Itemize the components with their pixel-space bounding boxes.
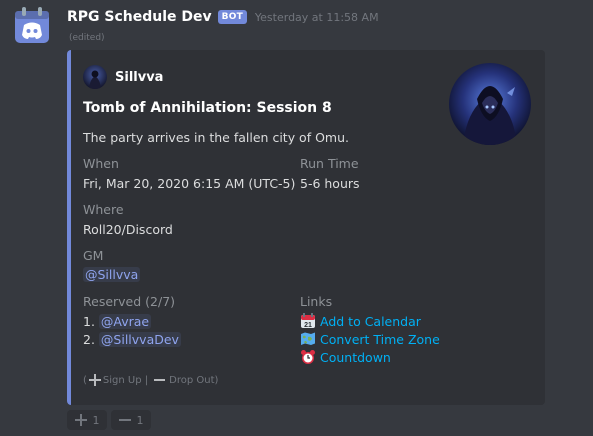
field-when-value: Fri, Mar 20, 2020 6:15 AM (UTC-5) bbox=[83, 176, 296, 191]
svg-text:21: 21 bbox=[304, 322, 312, 329]
reaction-count: 1 bbox=[92, 413, 100, 427]
field-gm-label: GM bbox=[83, 248, 104, 263]
list-number: 2. bbox=[83, 331, 95, 347]
reaction-sign-up[interactable]: 1 bbox=[67, 410, 107, 430]
minus-icon bbox=[154, 379, 166, 381]
reactions-bar: 1 1 bbox=[67, 410, 151, 430]
footer-open-paren: ( bbox=[83, 374, 87, 386]
list-item: 1. @Avrae bbox=[83, 312, 181, 330]
reaction-count: 1 bbox=[136, 413, 144, 427]
world-map-icon bbox=[301, 332, 315, 345]
field-links-label: Links bbox=[300, 294, 333, 309]
link-countdown[interactable]: Countdown bbox=[300, 348, 440, 366]
plus-icon bbox=[88, 374, 101, 386]
minus-icon bbox=[118, 419, 131, 421]
reserved-list: 1. @Avrae 2. @SillvvaDev bbox=[83, 312, 181, 348]
gm-mention[interactable]: @Sillvva bbox=[83, 267, 141, 282]
field-gm-value: @Sillvva bbox=[83, 267, 141, 282]
link-convert-time-zone[interactable]: Convert Time Zone bbox=[300, 330, 440, 348]
alarm-clock-icon bbox=[301, 350, 315, 364]
author-name[interactable]: RPG Schedule Dev bbox=[67, 9, 212, 25]
field-where-value: Roll20/Discord bbox=[83, 222, 173, 237]
edited-label: (edited) bbox=[69, 33, 105, 43]
event-embed: Sillvva Tomb of Annihilation: Session 8 … bbox=[67, 50, 545, 405]
player-mention[interactable]: @SillvvaDev bbox=[98, 331, 181, 347]
link-add-to-calendar[interactable]: 21 Add to Calendar bbox=[300, 312, 440, 330]
links-list: 21 Add to Calendar Convert Time Zone Cou… bbox=[300, 312, 440, 366]
field-runtime-label: Run Time bbox=[300, 156, 359, 171]
reaction-drop-out[interactable]: 1 bbox=[111, 410, 151, 430]
player-mention[interactable]: @Avrae bbox=[98, 313, 152, 329]
link-label[interactable]: Countdown bbox=[320, 350, 391, 365]
embed-author-name: Sillvva bbox=[115, 69, 164, 85]
field-reserved-label: Reserved (2/7) bbox=[83, 294, 176, 309]
link-label[interactable]: Add to Calendar bbox=[320, 314, 421, 329]
embed-title: Tomb of Annihilation: Session 8 bbox=[83, 100, 332, 116]
link-label[interactable]: Convert Time Zone bbox=[320, 332, 440, 347]
bot-badge: BOT bbox=[217, 10, 247, 24]
embed-author-avatar bbox=[83, 65, 107, 89]
field-where-label: Where bbox=[83, 202, 124, 217]
footer-sign-up-text: Sign Up | bbox=[102, 374, 149, 386]
message-timestamp[interactable]: Yesterday at 11:58 AM bbox=[255, 11, 379, 24]
calendar-bot-icon bbox=[15, 7, 49, 43]
embed-author: Sillvva bbox=[83, 65, 163, 89]
bot-avatar[interactable] bbox=[12, 6, 52, 46]
list-number: 1. bbox=[83, 313, 95, 329]
message-header: RPG Schedule Dev BOT Yesterday at 11:58 … bbox=[67, 7, 379, 27]
footer-drop-out-text: Drop Out) bbox=[169, 374, 219, 386]
field-runtime-value: 5-6 hours bbox=[300, 176, 360, 191]
embed-accent-bar bbox=[67, 50, 71, 405]
embed-footer: ( Sign Up | Drop Out) bbox=[83, 374, 218, 386]
embed-description: The party arrives in the fallen city of … bbox=[83, 130, 349, 145]
list-item: 2. @SillvvaDev bbox=[83, 330, 181, 348]
embed-thumbnail[interactable] bbox=[449, 63, 531, 145]
calendar-icon: 21 bbox=[301, 313, 315, 329]
field-when-label: When bbox=[83, 156, 119, 171]
plus-icon bbox=[74, 414, 87, 426]
